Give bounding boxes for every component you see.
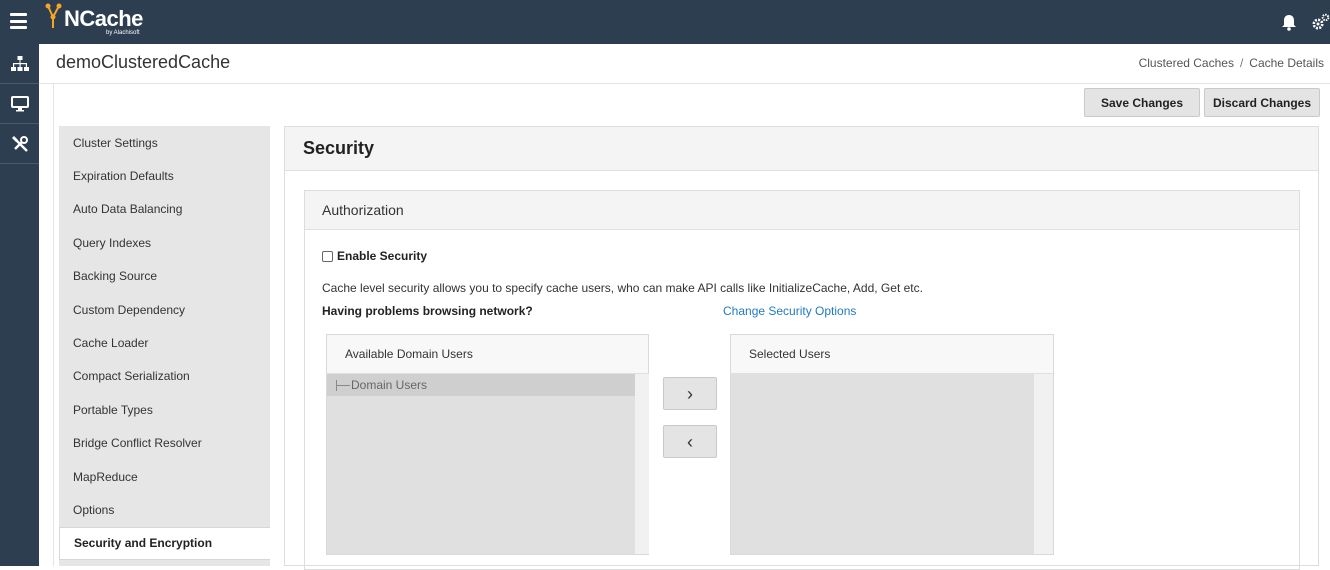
logo-text: NCache — [64, 6, 143, 31]
breadcrumb-separator: / — [1239, 56, 1244, 70]
security-panel: Security Authorization Enable Security C… — [284, 126, 1319, 570]
top-bar: NCache by Alachisoft — [0, 0, 1330, 44]
side-menu-mapreduce[interactable]: MapReduce — [59, 460, 270, 493]
side-menu-backing-source[interactable]: Backing Source — [59, 260, 270, 293]
authorization-panel: Authorization Enable Security Cache leve… — [304, 190, 1300, 570]
bell-icon[interactable] — [1281, 14, 1297, 31]
sitemap-icon — [10, 55, 29, 71]
breadcrumb-clustered-caches[interactable]: Clustered Caches — [1139, 56, 1234, 70]
nav-monitor-button[interactable] — [0, 84, 39, 124]
change-security-options-link[interactable]: Change Security Options — [723, 304, 856, 318]
breadcrumb-cache-details: Cache Details — [1249, 56, 1324, 70]
security-title: Security — [285, 127, 1318, 171]
logo-vendor: by Alachisoft — [106, 30, 140, 36]
side-menu-expiration-defaults[interactable]: Expiration Defaults — [59, 159, 270, 192]
side-menu-cluster-settings[interactable]: Cluster Settings — [59, 126, 270, 159]
settings-side-menu: Cluster Settings Expiration Defaults Aut… — [59, 126, 270, 566]
logo-mark-icon — [45, 3, 62, 28]
side-menu-security-and-encryption[interactable]: Security and Encryption — [59, 526, 270, 561]
side-menu-portable-types[interactable]: Portable Types — [59, 393, 270, 426]
nav-clusters-button[interactable] — [0, 44, 39, 84]
side-menu-options[interactable]: Options — [59, 493, 270, 526]
network-problems-label: Having problems browsing network? — [322, 304, 533, 318]
gears-icon[interactable] — [1311, 13, 1330, 32]
chevron-right-icon: › — [687, 383, 693, 404]
selected-users-title: Selected Users — [731, 335, 1053, 374]
side-menu-cache-loader[interactable]: Cache Loader — [59, 326, 270, 359]
tools-icon — [11, 135, 28, 152]
side-menu-bridge-conflict-resolver[interactable]: Bridge Conflict Resolver — [59, 427, 270, 460]
breadcrumb: Clustered Caches / Cache Details — [1139, 56, 1324, 70]
add-user-button[interactable]: › — [663, 377, 717, 410]
chevron-left-icon: ‹ — [687, 431, 693, 452]
content-gutter — [39, 84, 54, 566]
tree-connector-icon — [336, 379, 350, 391]
tree-item-label: Domain Users — [351, 378, 428, 392]
enable-security-label: Enable Security — [337, 249, 428, 263]
ncache-logo[interactable]: NCache by Alachisoft — [44, 2, 154, 42]
authorization-title: Authorization — [305, 191, 1299, 230]
enable-security-row[interactable]: Enable Security — [322, 249, 427, 263]
available-users-list: Available Domain Users Domain Users — [326, 334, 649, 555]
discard-changes-button[interactable]: Discard Changes — [1204, 88, 1320, 117]
page-header: demoClusteredCache Clustered Caches / Cach… — [39, 44, 1330, 84]
side-menu-compact-serialization[interactable]: Compact Serialization — [59, 360, 270, 393]
save-changes-button[interactable]: Save Changes — [1084, 88, 1200, 117]
enable-security-checkbox[interactable] — [322, 250, 333, 262]
available-users-title: Available Domain Users — [327, 335, 648, 374]
remove-user-button[interactable]: ‹ — [663, 425, 717, 458]
tree-item-domain-users[interactable]: Domain Users — [327, 374, 635, 396]
selected-users-body — [731, 374, 1034, 554]
hamburger-icon[interactable] — [10, 13, 27, 29]
selected-users-scrollbar[interactable] — [1034, 374, 1053, 554]
left-nav — [0, 44, 39, 566]
side-menu-custom-dependency[interactable]: Custom Dependency — [59, 293, 270, 326]
side-menu-query-indexes[interactable]: Query Indexes — [59, 226, 270, 259]
security-description: Cache level security allows you to speci… — [322, 281, 923, 295]
selected-users-list: Selected Users — [730, 334, 1054, 555]
side-menu-auto-data-balancing[interactable]: Auto Data Balancing — [59, 193, 270, 226]
available-users-body: Domain Users — [327, 374, 635, 554]
nav-tools-button[interactable] — [0, 124, 39, 164]
page-title: demoClusteredCache — [56, 52, 231, 72]
available-users-scrollbar[interactable] — [635, 374, 649, 554]
monitor-icon — [10, 95, 29, 111]
